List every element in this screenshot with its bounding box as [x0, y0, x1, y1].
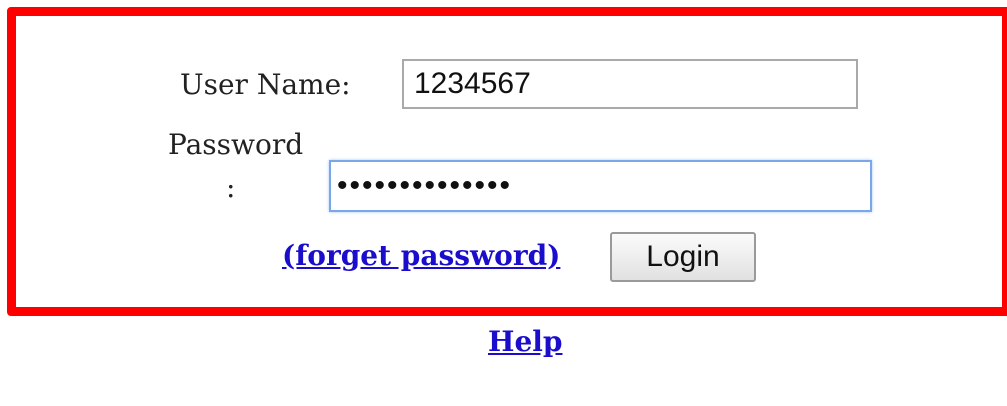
username-label: User Name:: [180, 68, 351, 101]
forget-password-link[interactable]: (forget password): [282, 239, 560, 272]
login-page: User Name: 1234567 Password : ••••••••••…: [0, 0, 1007, 406]
username-field[interactable]: 1234567: [402, 59, 858, 109]
password-label: Password: [168, 128, 304, 161]
password-label-colon: :: [226, 171, 236, 204]
login-button[interactable]: Login: [610, 232, 756, 282]
password-field[interactable]: ••••••••••••••: [329, 160, 872, 212]
help-link[interactable]: Help: [488, 325, 562, 358]
